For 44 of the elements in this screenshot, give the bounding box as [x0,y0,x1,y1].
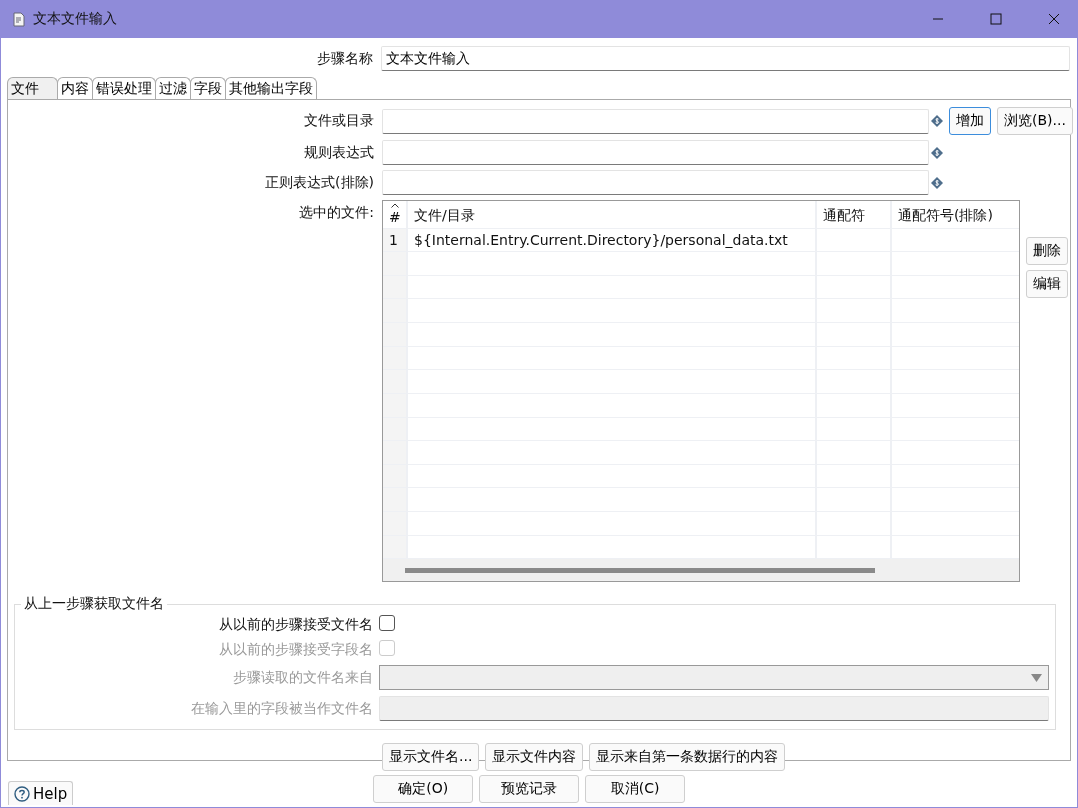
button[interactable]: 删除 [1026,237,1068,265]
button[interactable]: 编辑 [1026,270,1068,298]
button[interactable]: 显示来自第一条数据行的内容 [589,743,786,771]
sort-icon [391,203,399,208]
group-title: 从上一步骤获取文件名 [23,595,165,613]
checkbox[interactable] [379,615,395,631]
column-header[interactable]: # [383,201,408,228]
button[interactable]: 取消(C) [585,775,686,803]
help-icon [14,785,30,802]
button[interactable]: 增加 [949,107,991,135]
input-field[interactable] [382,108,929,134]
tab[interactable]: 其他输出字段 [225,77,317,99]
tab[interactable]: 文件 [7,77,58,99]
help-button[interactable]: Help [8,781,74,805]
variable-icon [931,115,943,127]
field-label: 文件或目录 [303,112,374,130]
field-label: 步骤名称 [316,49,373,68]
variable-icon [931,176,943,189]
window-title: 文本文件输入 [33,10,118,28]
dropdown-arrow-icon [1031,673,1042,682]
button[interactable]: 显示文件内容 [485,743,584,771]
field-label: 在输入里的字段被当作文件名 [190,699,373,718]
field-label: 规则表达式 [303,143,374,162]
button[interactable]: 显示文件名... [382,743,480,771]
input-field[interactable] [382,140,929,165]
column-header[interactable]: 通配符 [817,201,892,228]
input-field[interactable] [382,170,929,195]
step-name-field[interactable]: 文本文件输入 [381,46,1070,71]
field-label: 正则表达式(排除) [264,173,374,192]
button[interactable]: 确定(O) [373,775,474,803]
button[interactable]: 浏览(B)... [997,107,1073,135]
column-header[interactable]: 通配符号(排除) [892,201,1019,228]
table-cell: ${Internal.Entry.Current.Directory}/personal_data.txt [408,228,817,252]
tab[interactable]: 错误处理 [92,77,156,99]
horizontal-scrollbar[interactable] [383,559,1019,581]
variable-icon [931,146,943,159]
button[interactable]: 预览记录 [479,775,580,803]
field-label: 选中的文件: [298,203,374,222]
checkbox-label: 从以前的步骤接受文件名 [218,615,373,634]
row-number: 1 [383,228,408,252]
field-label: 步骤读取的文件名来自 [232,668,373,687]
column-header[interactable]: 文件/目录 [408,201,817,228]
checkbox-label: 从以前的步骤接受字段名 [218,640,373,659]
document-icon [13,11,25,27]
